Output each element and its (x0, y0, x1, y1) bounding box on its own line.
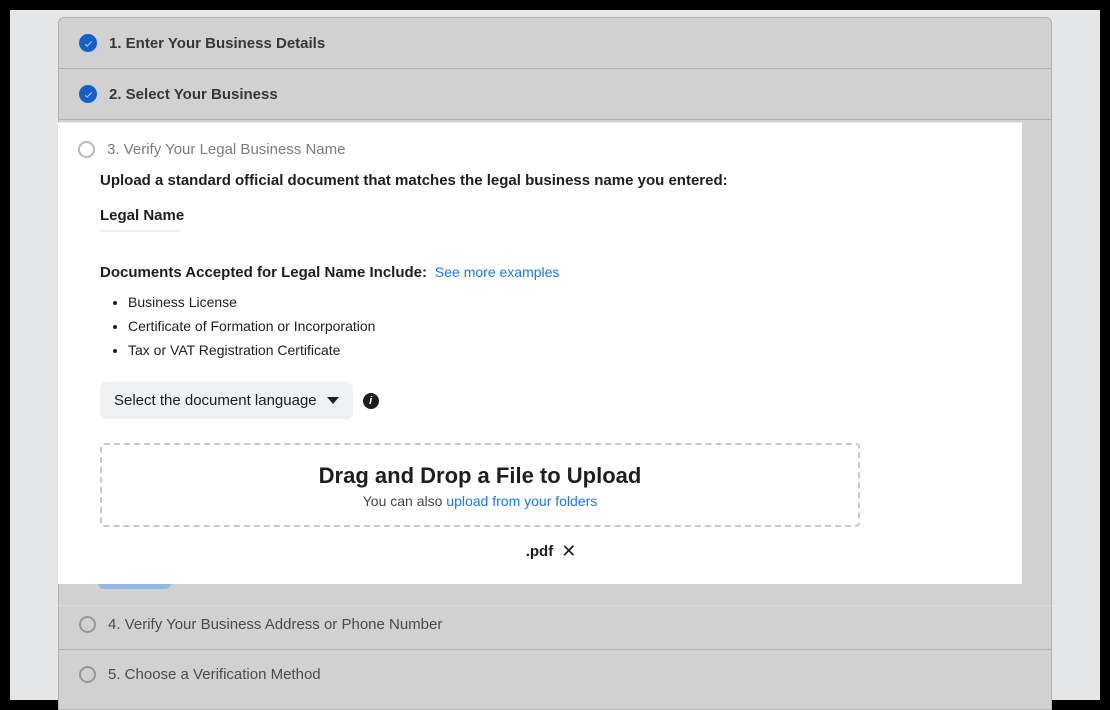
step-4-verify-address-phone[interactable]: 4. Verify Your Business Address or Phone… (59, 600, 1051, 650)
upload-from-folders-link[interactable]: upload from your folders (446, 493, 597, 509)
step-label: 1. Enter Your Business Details (109, 35, 325, 52)
remove-file-icon[interactable]: ✕ (561, 541, 576, 562)
see-more-examples-link[interactable]: See more examples (435, 264, 560, 280)
step-1-enter-business-details[interactable]: 1. Enter Your Business Details (59, 18, 1051, 69)
document-language-select[interactable]: Select the document language (100, 382, 353, 419)
chevron-down-icon (327, 397, 339, 404)
file-upload-dropzone[interactable]: Drag and Drop a File to Upload You can a… (100, 443, 860, 527)
check-icon (79, 85, 97, 103)
check-icon (79, 34, 97, 52)
radio-empty-icon (78, 141, 95, 158)
dropzone-subtitle: You can also upload from your folders (112, 493, 848, 509)
legal-name-value-redacted (100, 230, 180, 232)
legal-name-label: Legal Name (100, 207, 1002, 224)
list-item: Certificate of Formation or Incorporatio… (128, 315, 1002, 339)
list-item: Tax or VAT Registration Certificate (128, 339, 1002, 363)
info-icon[interactable]: i (363, 393, 379, 409)
step-label: 3. Verify Your Legal Business Name (107, 141, 345, 158)
dropzone-sub-prefix: You can also (363, 493, 447, 509)
step-label: 2. Select Your Business (109, 86, 278, 103)
select-label: Select the document language (114, 392, 317, 409)
uploaded-file-name: .pdf (526, 543, 554, 560)
documents-accepted-heading: Documents Accepted for Legal Name Includ… (100, 264, 427, 281)
step-3-verify-legal-name: 3. Verify Your Legal Business Name Uploa… (58, 122, 1022, 584)
step-5-choose-verification-method[interactable]: 5. Choose a Verification Method (59, 650, 1051, 699)
upload-instruction: Upload a standard official document that… (100, 172, 1002, 189)
step-label: 4. Verify Your Business Address or Phone… (108, 616, 442, 633)
accepted-documents-list: Business License Certificate of Formatio… (128, 291, 1002, 362)
radio-empty-icon (79, 616, 96, 633)
list-item: Business License (128, 291, 1002, 315)
dropzone-title: Drag and Drop a File to Upload (112, 463, 848, 489)
step-label: 5. Choose a Verification Method (108, 666, 321, 683)
radio-empty-icon (79, 666, 96, 683)
step-2-select-business[interactable]: 2. Select Your Business (59, 69, 1051, 120)
uploaded-file-row: .pdf ✕ (100, 541, 1002, 562)
